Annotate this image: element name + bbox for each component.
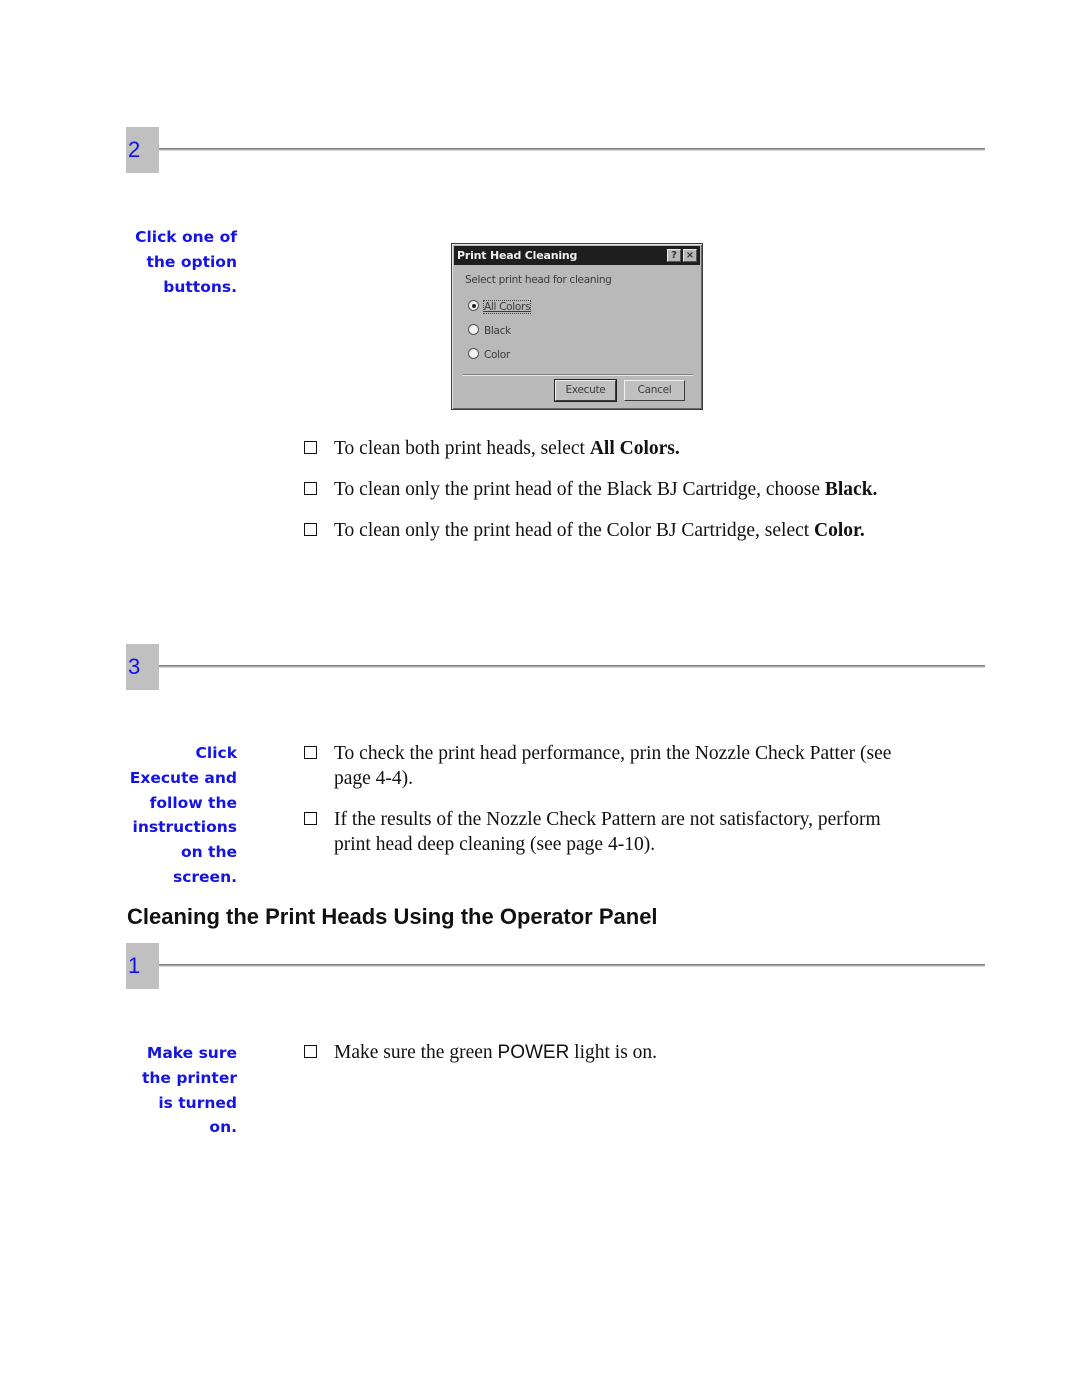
margin-note-step-2: Click one of the option buttons. [135,225,237,299]
list-item: To check the print head performance, pri… [304,741,914,791]
radio-label: Black [484,325,511,337]
dialog-title: Print Head Cleaning [457,249,578,262]
margin-note-step-1: Make sure the printer is turned on. [142,1041,237,1140]
bullet-bold-text: All Colors. [589,438,680,459]
step-header-2: 2 [126,127,985,173]
cancel-button[interactable]: Cancel [624,380,685,401]
radio-unselected-icon[interactable] [468,324,479,335]
dialog-titlebar: Print Head Cleaning ? × [454,246,700,265]
checkbox-bullet-icon [304,812,317,825]
radio-color[interactable]: Color [468,348,510,362]
step-header-1: 1 [126,943,985,989]
bullet-text: Make sure the green [334,1042,498,1063]
radio-label: Color [484,349,510,361]
help-icon[interactable]: ? [667,249,681,262]
bullet-text: If the results of the Nozzle Check Patte… [334,809,881,855]
note-line: Make sure [146,1044,237,1062]
checkbox-bullet-icon [304,523,317,536]
section-heading: Cleaning the Print Heads Using the Opera… [127,904,658,929]
bullet-bold-text: Color. [814,520,865,541]
close-icon[interactable]: × [683,249,697,262]
step-number: 1 [126,943,159,989]
step-divider [159,148,985,151]
radio-label: All Colors [482,300,532,314]
note-line: is turned [158,1093,237,1112]
execute-button[interactable]: Execute [554,379,617,402]
note-line: Execute and [129,768,237,787]
list-item: Make sure the green POWER light is on. [304,1040,914,1065]
bullet-text: To clean both print heads, select [334,438,590,459]
bullet-text: To clean only the print head of the Blac… [334,479,825,500]
checkbox-bullet-icon [304,1045,317,1058]
radio-selected-icon[interactable] [468,300,479,311]
checkbox-bullet-icon [304,441,317,454]
list-item: To clean only the print head of the Blac… [304,477,914,502]
bullet-text: light is on. [569,1042,658,1063]
radio-unselected-icon[interactable] [468,348,479,359]
note-line: Click one of [135,228,237,246]
note-line: the option [146,252,237,271]
note-line: buttons. [163,277,237,296]
list-item: If the results of the Nozzle Check Patte… [304,807,914,857]
note-line: on the [180,843,237,862]
checkbox-bullet-icon [304,746,317,759]
note-line: on. [209,1118,237,1137]
list-item: To clean both print heads, select All Co… [304,436,914,461]
note-line: Click [195,744,238,762]
step-number: 2 [126,127,159,173]
margin-note-step-3: Click Execute and follow the instruction… [130,741,237,890]
checkbox-bullet-icon [304,482,317,495]
note-line: follow the [149,793,237,812]
step-divider [159,964,985,967]
note-line: screen. [172,867,237,886]
note-line: the printer [141,1068,237,1087]
step-3-bullets: To check the print head performance, pri… [304,741,914,873]
note-line: instructions [132,818,237,837]
bullet-bold-text: Black. [824,479,878,500]
dialog-prompt: Select print head for cleaning [465,274,612,286]
operator-step-1-bullets: Make sure the green POWER light is on. [304,1040,914,1081]
radio-all-colors[interactable]: All Colors [468,300,532,314]
step-header-3: 3 [126,644,985,690]
dialog-separator [463,374,693,376]
bullet-text: To check the print head performance, pri… [334,743,892,789]
print-head-cleaning-dialog: Print Head Cleaning ? × Select print hea… [451,243,703,410]
step-number: 3 [126,644,159,690]
bullet-text: To clean only the print head of the Colo… [334,520,815,541]
step-2-bullets: To clean both print heads, select All Co… [304,436,914,559]
step-divider [159,665,985,668]
list-item: To clean only the print head of the Colo… [304,518,914,543]
radio-black[interactable]: Black [468,324,511,338]
power-label: POWER [497,1042,570,1063]
